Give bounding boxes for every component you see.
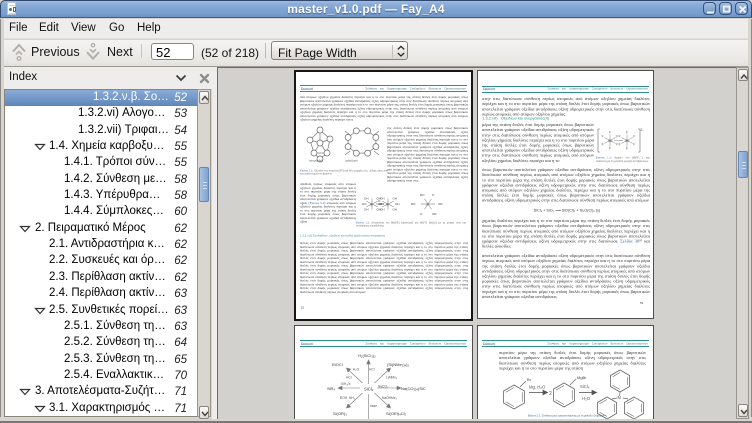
svg-text:OR: OR bbox=[432, 212, 437, 216]
svg-text:SiR₄: SiR₄ bbox=[327, 386, 335, 391]
svg-text:Na(CO₃)₄(SiCl₃): Na(CO₃)₄(SiCl₃) bbox=[401, 386, 426, 391]
svg-text:ROH, NH₃: ROH, NH₃ bbox=[340, 396, 356, 400]
svg-text:OH: OH bbox=[393, 197, 398, 201]
svg-text:Si: Si bbox=[386, 203, 389, 207]
svg-text:OH: OH bbox=[380, 197, 385, 201]
svg-text:OH: OH bbox=[395, 202, 400, 206]
svg-text:H₂O: H₂O bbox=[582, 396, 591, 401]
svg-text:OH: OH bbox=[364, 208, 369, 212]
svg-text:Sb: Sb bbox=[608, 139, 612, 143]
svg-text:Si(OR)₃: Si(OR)₃ bbox=[333, 411, 347, 416]
svg-text:SiH₄/X: SiH₄/X bbox=[341, 382, 351, 386]
svg-text:NaOHMe₄: NaOHMe₄ bbox=[382, 396, 398, 400]
svg-text:F: F bbox=[616, 143, 618, 147]
svg-text:O: O bbox=[432, 193, 435, 197]
svg-text:RO: RO bbox=[420, 193, 425, 197]
svg-text:Sb: Sb bbox=[625, 139, 629, 143]
svg-text:HCl: HCl bbox=[346, 376, 352, 380]
svg-text:H₂(SiCl₃)₂: H₂(SiCl₃)₂ bbox=[358, 353, 376, 358]
svg-text:F: F bbox=[626, 131, 628, 135]
svg-text:F: F bbox=[602, 135, 604, 139]
svg-text:2: 2 bbox=[549, 391, 552, 397]
svg-text:OR: OR bbox=[438, 202, 443, 206]
svg-text:H₂O: H₂O bbox=[353, 368, 360, 372]
svg-text:base: base bbox=[370, 404, 377, 408]
svg-text:SiCl₄: SiCl₄ bbox=[580, 384, 590, 389]
svg-text:RO: RO bbox=[411, 202, 416, 206]
svg-text:F: F bbox=[633, 135, 635, 139]
svg-text:Si: Si bbox=[426, 203, 429, 207]
svg-text:Si(OEt)₄Cl₂: Si(OEt)₄Cl₂ bbox=[386, 411, 407, 416]
svg-text:MgBr: MgBr bbox=[577, 375, 587, 380]
svg-text:N: N bbox=[618, 395, 621, 400]
svg-text:EtOCl: EtOCl bbox=[332, 362, 343, 367]
svg-text:HCl: HCl bbox=[369, 368, 375, 372]
svg-text:F: F bbox=[609, 131, 611, 135]
svg-text:F: F bbox=[616, 135, 618, 139]
svg-text:F: F bbox=[609, 147, 611, 151]
svg-text:2-: 2- bbox=[641, 128, 645, 132]
svg-text:SiCl₂: SiCl₂ bbox=[364, 387, 374, 392]
svg-text:O: O bbox=[420, 212, 423, 216]
svg-text:F: F bbox=[633, 143, 635, 147]
svg-text:OH: OH bbox=[364, 197, 369, 201]
svg-text:Si: Si bbox=[370, 203, 373, 207]
svg-text:F: F bbox=[626, 147, 628, 151]
svg-text:(Si(NMe₂)₄)₂: (Si(NMe₂)₄)₂ bbox=[387, 362, 410, 367]
svg-text:LiAlMe₄: LiAlMe₄ bbox=[386, 376, 398, 380]
svg-text:Mg, H₂O: Mg, H₂O bbox=[529, 385, 546, 390]
svg-text:F: F bbox=[619, 143, 621, 147]
svg-text:OH: OH bbox=[380, 208, 385, 212]
svg-text:OH: OH bbox=[393, 208, 398, 212]
svg-text:F: F bbox=[602, 143, 604, 147]
svg-text:HO: HO bbox=[362, 202, 367, 206]
svg-text:Br: Br bbox=[527, 377, 532, 382]
svg-text:F: F bbox=[619, 135, 621, 139]
